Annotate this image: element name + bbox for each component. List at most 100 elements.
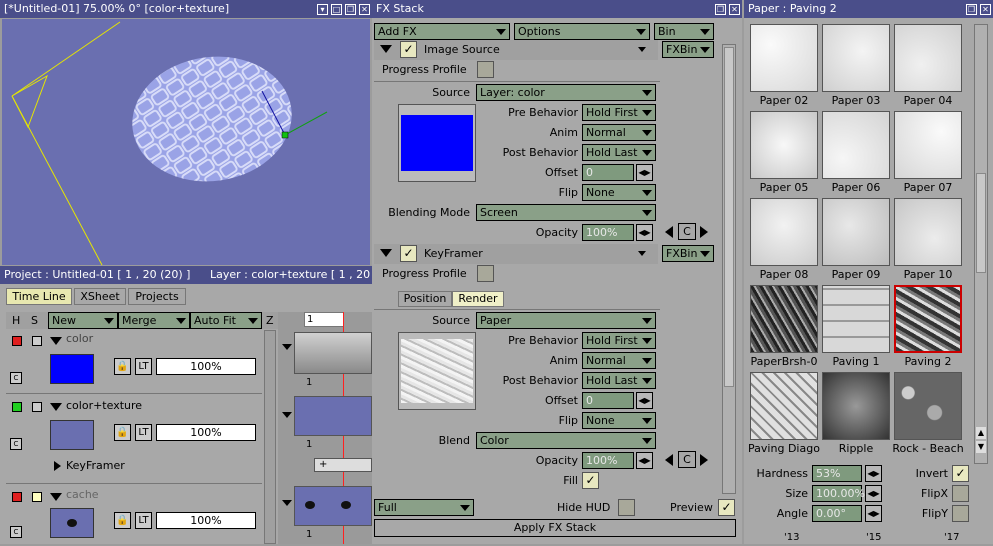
fx-scrollbar[interactable] — [722, 44, 736, 494]
flip-dropdown[interactable]: None — [582, 184, 656, 201]
offset-field[interactable]: 0 — [582, 164, 634, 181]
paper-thumbnail[interactable] — [750, 372, 818, 440]
close-icon[interactable]: ✕ — [729, 3, 740, 15]
layer-opacity[interactable]: 100% — [156, 358, 256, 375]
paper-thumbnail[interactable] — [750, 285, 818, 353]
fill-checkbox[interactable]: ✓ — [582, 472, 599, 489]
fx-menu-icon[interactable] — [638, 251, 646, 256]
offset-spinner[interactable]: ◀▶ — [636, 392, 653, 409]
visibility-toggle[interactable] — [12, 492, 22, 502]
solo-toggle[interactable] — [32, 402, 42, 412]
blend-dropdown[interactable]: Color — [476, 432, 656, 449]
new-dropdown[interactable]: New — [48, 312, 118, 329]
post-behavior-dropdown[interactable]: Hold Last — [582, 372, 656, 389]
expand-icon[interactable] — [50, 403, 62, 411]
quality-dropdown[interactable]: Full — [374, 499, 474, 516]
paper-thumbnail[interactable] — [894, 111, 962, 179]
lock-icon[interactable]: 🔒 — [114, 424, 131, 441]
next-key-icon[interactable] — [700, 226, 708, 238]
lt-button[interactable]: LT — [135, 512, 152, 529]
merge-dropdown[interactable]: Merge — [118, 312, 190, 329]
fx-menu-icon[interactable] — [638, 47, 646, 52]
track-expand-icon[interactable] — [282, 412, 292, 418]
paper-thumbnail[interactable] — [750, 198, 818, 266]
paper-thumbnail[interactable] — [750, 111, 818, 179]
bin-dropdown[interactable]: Bin — [654, 23, 714, 40]
progress-profile-checkbox[interactable] — [477, 61, 494, 78]
paper-thumbnail[interactable] — [822, 285, 890, 353]
options-dropdown[interactable]: Options — [514, 23, 650, 40]
post-behavior-dropdown[interactable]: Hold Last — [582, 144, 656, 161]
collapse-icon[interactable] — [380, 249, 392, 257]
c-button[interactable]: C — [678, 451, 696, 468]
next-key-icon[interactable] — [700, 454, 708, 466]
paper-thumbnail[interactable] — [822, 372, 890, 440]
scroll-down-icon[interactable]: ▼ — [976, 441, 986, 453]
layer-row[interactable]: cache 🔒 LT 100% C — [6, 486, 262, 544]
lt-button[interactable]: LT — [135, 358, 152, 375]
paper-thumbnail[interactable] — [894, 372, 962, 440]
layer-opacity[interactable]: 100% — [156, 424, 256, 441]
pre-behavior-dropdown[interactable]: Hold First — [582, 104, 656, 121]
frame-number-field[interactable]: 1 — [304, 312, 344, 327]
fxbin-button[interactable]: FXBin — [662, 245, 714, 262]
tab-position[interactable]: Position — [398, 291, 452, 307]
opacity-field[interactable]: 100% — [582, 452, 634, 469]
prev-key-icon[interactable] — [665, 226, 673, 238]
flipx-checkbox[interactable] — [952, 485, 969, 502]
layer-row[interactable]: color+texture 🔒 LT 100% C KeyFramer — [6, 396, 262, 484]
offset-spinner[interactable]: ◀▶ — [636, 164, 653, 181]
paper-thumbnail[interactable] — [894, 285, 962, 353]
track-clip[interactable] — [294, 332, 372, 374]
tab-xsheet[interactable]: XSheet — [74, 288, 126, 305]
child-expand-icon[interactable] — [54, 461, 61, 471]
flipy-checkbox[interactable] — [952, 505, 969, 522]
visibility-toggle[interactable] — [12, 336, 22, 346]
opacity-spinner[interactable]: ◀▶ — [636, 452, 653, 469]
visibility-toggle[interactable] — [12, 402, 22, 412]
solo-toggle[interactable] — [32, 336, 42, 346]
timeline-scrollbar[interactable] — [264, 330, 276, 544]
lt-button[interactable]: LT — [135, 424, 152, 441]
source-dropdown[interactable]: Paper — [476, 312, 656, 329]
size-field[interactable]: 100.00% — [812, 485, 865, 502]
enable-checkbox[interactable]: ✓ — [400, 245, 417, 262]
tab-render[interactable]: Render — [452, 291, 504, 307]
paper-scrollbar[interactable]: ▲ ▼ — [974, 24, 988, 464]
progress-profile-checkbox[interactable] — [477, 265, 494, 282]
paper-thumbnail[interactable] — [894, 24, 962, 92]
fx-section-header[interactable]: ✓ KeyFramer — [374, 244, 658, 264]
source-dropdown[interactable]: Layer: color — [476, 84, 656, 101]
track-clip[interactable] — [294, 396, 372, 436]
track-clip[interactable] — [294, 486, 372, 526]
blending-mode-dropdown[interactable]: Screen — [476, 204, 656, 221]
child-fx-name[interactable]: KeyFramer — [66, 457, 125, 474]
opacity-field[interactable]: 100% — [582, 224, 634, 241]
viewport-canvas[interactable] — [2, 19, 370, 265]
anim-dropdown[interactable]: Normal — [582, 124, 656, 141]
prev-key-icon[interactable] — [665, 454, 673, 466]
paper-thumbnail[interactable] — [822, 24, 890, 92]
restore-icon[interactable]: ❐ — [345, 3, 356, 15]
restore-icon[interactable]: ❐ — [966, 3, 977, 15]
restore-icon[interactable]: ❐ — [715, 3, 726, 15]
flip-dropdown[interactable]: None — [582, 412, 656, 429]
fxbin-button[interactable]: FXBin — [662, 41, 714, 58]
apply-fx-stack-button[interactable]: Apply FX Stack — [374, 519, 736, 537]
opacity-spinner[interactable]: ◀▶ — [636, 224, 653, 241]
anim-dropdown[interactable]: Normal — [582, 352, 656, 369]
lock-icon[interactable]: 🔒 — [114, 358, 131, 375]
enable-checkbox[interactable]: ✓ — [400, 41, 417, 58]
c-button[interactable]: C — [678, 223, 696, 240]
scroll-up-icon[interactable]: ▲ — [976, 427, 986, 439]
track-expand-icon[interactable] — [282, 344, 292, 350]
paper-thumbnail[interactable] — [750, 24, 818, 92]
paper-thumbnail[interactable] — [822, 198, 890, 266]
expand-icon[interactable] — [50, 493, 62, 501]
hardness-spinner[interactable]: ◀▶ — [865, 465, 882, 482]
track-expand-icon[interactable] — [282, 500, 292, 506]
pre-behavior-dropdown[interactable]: Hold First — [582, 332, 656, 349]
close-icon[interactable]: ✕ — [980, 3, 991, 15]
add-fx-dropdown[interactable]: Add FX — [374, 23, 510, 40]
expand-icon[interactable] — [50, 337, 62, 345]
